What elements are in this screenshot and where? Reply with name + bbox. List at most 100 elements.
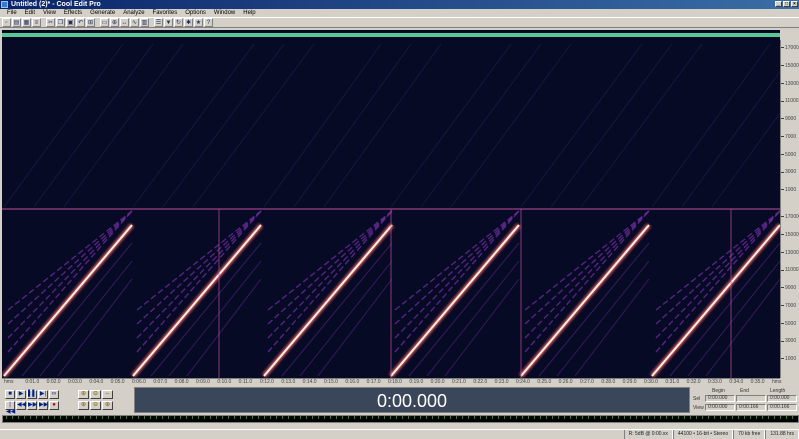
menu-window[interactable]: Window — [210, 9, 239, 17]
time-ruler[interactable]: hms 0:01.0 0:02.0 0:03.0 0:04.0 0:05.0 0:06.0 0… — [2, 378, 781, 385]
level-meter-tick — [636, 416, 637, 419]
zoom-in-vertical-icon[interactable]: ⊕ — [78, 401, 89, 410]
minimize-button[interactable]: _ — [775, 1, 782, 7]
level-meter-tick — [264, 416, 265, 419]
level-meter-tick — [156, 416, 157, 419]
paste-icon[interactable]: ▣ — [66, 18, 75, 27]
rewind-button[interactable]: ◀◀ — [16, 401, 26, 410]
level-meter-tick — [582, 416, 583, 419]
app-icon — [1, 1, 8, 8]
multitrack-icon[interactable]: ≡ — [32, 18, 41, 27]
level-meter-tick — [546, 416, 547, 419]
menu-edit[interactable]: Edit — [21, 9, 39, 17]
level-meter-tick — [36, 416, 37, 419]
sel-end-field[interactable] — [736, 395, 766, 402]
window-controls: _ □ × — [775, 1, 798, 7]
time-ruler-label: 0:08.0 — [174, 379, 189, 385]
level-meter-tick — [672, 416, 673, 419]
overview-range[interactable] — [2, 33, 780, 37]
favorites-icon[interactable]: ★ — [194, 18, 203, 27]
go-to-start-button[interactable]: |◀◀ — [5, 401, 15, 415]
menu-analyze[interactable]: Analyze — [119, 9, 148, 17]
scrub-icon[interactable]: ↔ — [120, 18, 129, 27]
overview-bar[interactable] — [2, 30, 780, 40]
menu-view[interactable]: View — [39, 9, 60, 17]
level-meter-tick — [54, 416, 55, 419]
level-meter-tick — [750, 416, 751, 419]
view-end-field[interactable]: 0:00.166 — [736, 404, 766, 411]
pause-button[interactable]: ▌▌ — [27, 390, 37, 399]
go-to-end-button[interactable]: ▶▶| — [38, 401, 50, 410]
view-begin-field[interactable]: 0:00.000 — [705, 404, 735, 411]
zoom-full-icon[interactable]: ⇔ — [102, 390, 113, 399]
menu-effects[interactable]: Effects — [60, 9, 86, 17]
menu-help[interactable]: Help — [239, 9, 259, 17]
level-meter-tick — [480, 416, 481, 419]
level-meter-tick — [162, 416, 163, 419]
marker-icon[interactable]: ▼ — [164, 18, 173, 27]
toolbar-separator — [150, 18, 153, 27]
menu-generate[interactable]: Generate — [86, 9, 119, 17]
zoom-out-vertical-icon[interactable]: ⊖ — [90, 401, 101, 410]
level-meter-tick — [132, 416, 133, 419]
level-meter-tick — [30, 416, 31, 419]
record-button[interactable]: ● — [49, 401, 59, 410]
selection-panel: Begin End Length Sel View 0:00.000 0:00.… — [692, 387, 799, 413]
stop-button[interactable]: ■ — [5, 390, 15, 399]
close-button[interactable]: × — [791, 1, 798, 7]
sel-begin-field[interactable]: 0:00.000 — [705, 395, 735, 402]
level-meter-tick — [102, 416, 103, 419]
zoom-in-icon[interactable]: ⊕ — [78, 390, 89, 399]
top-tick: 11000 — [781, 99, 799, 104]
spectrogram-canvas[interactable] — [2, 40, 780, 378]
select-icon[interactable]: ▭ — [100, 18, 109, 27]
sel-length-field[interactable]: 0:00.000 — [767, 395, 797, 402]
level-meter-tick — [384, 416, 385, 419]
time-ruler-label: 0:28.0 — [601, 379, 616, 385]
level-meter-tick — [342, 416, 343, 419]
save-icon[interactable]: ▦ — [22, 18, 31, 27]
view-length-field[interactable]: 0:00.166 — [767, 404, 797, 411]
time-ruler-label: 0:17.0 — [366, 379, 381, 385]
help-icon[interactable]: ? — [204, 18, 213, 27]
menu-favorites[interactable]: Favorites — [149, 9, 182, 17]
zoom-selection-icon[interactable]: ⊕ — [102, 401, 113, 410]
menu-file[interactable]: File — [3, 9, 21, 17]
copy-icon[interactable]: ❐ — [56, 18, 65, 27]
toolbar: ▫ ▤ ▦ ≡ ✂ ❐ ▣ ↶ ⊞ ▭ ⊕ ↔ ∿ ▥ ☰ ▼ ↻ ✱ ★? — [0, 17, 799, 28]
zoom-out-icon[interactable]: ⊖ — [90, 390, 101, 399]
level-meter-tick — [186, 416, 187, 419]
maximize-button[interactable]: □ — [783, 1, 790, 7]
level-meter-tick — [438, 416, 439, 419]
script-icon[interactable]: ☰ — [154, 18, 163, 27]
cut-icon[interactable]: ✂ — [46, 18, 55, 27]
level-meter-tick — [150, 416, 151, 419]
cue-icon[interactable]: ✱ — [184, 18, 193, 27]
loop-button[interactable]: ∞ — [49, 390, 59, 399]
top-tick: 13000 — [781, 81, 799, 87]
spectral-view[interactable] — [2, 40, 780, 378]
zoom-icon[interactable]: ⊕ — [110, 18, 119, 27]
loop-icon[interactable]: ↻ — [174, 18, 183, 27]
play-button[interactable]: ▶ — [16, 390, 26, 399]
mix-icon[interactable]: ⊞ — [86, 18, 95, 27]
level-meter-tick — [42, 416, 43, 419]
top-tick: 3000 — [781, 170, 796, 175]
play-to-end-button[interactable]: ▶| — [38, 390, 48, 399]
status-peak: R: 5dB @ 0:00.xx — [623, 430, 673, 439]
waveform-icon[interactable]: ∿ — [130, 18, 139, 27]
time-ruler-label: 0:19.0 — [409, 379, 424, 385]
level-meter-tick — [294, 416, 295, 419]
level-meter-tick — [414, 416, 415, 419]
time-ruler-label: 0:13.0 — [281, 379, 296, 385]
new-icon[interactable]: ▫ — [2, 18, 11, 27]
level-meter-tick — [24, 416, 25, 419]
menu-options[interactable]: Options — [181, 9, 210, 17]
level-meter-tick — [138, 416, 139, 419]
level-meter-tick — [696, 416, 697, 419]
spectral-icon[interactable]: ▥ — [140, 18, 149, 27]
undo-icon[interactable]: ↶ — [76, 18, 85, 27]
status-format: 44100 • 16-bit • Stereo — [672, 430, 734, 439]
open-icon[interactable]: ▤ — [12, 18, 21, 27]
fast-forward-button[interactable]: ▶▶ — [27, 401, 37, 410]
